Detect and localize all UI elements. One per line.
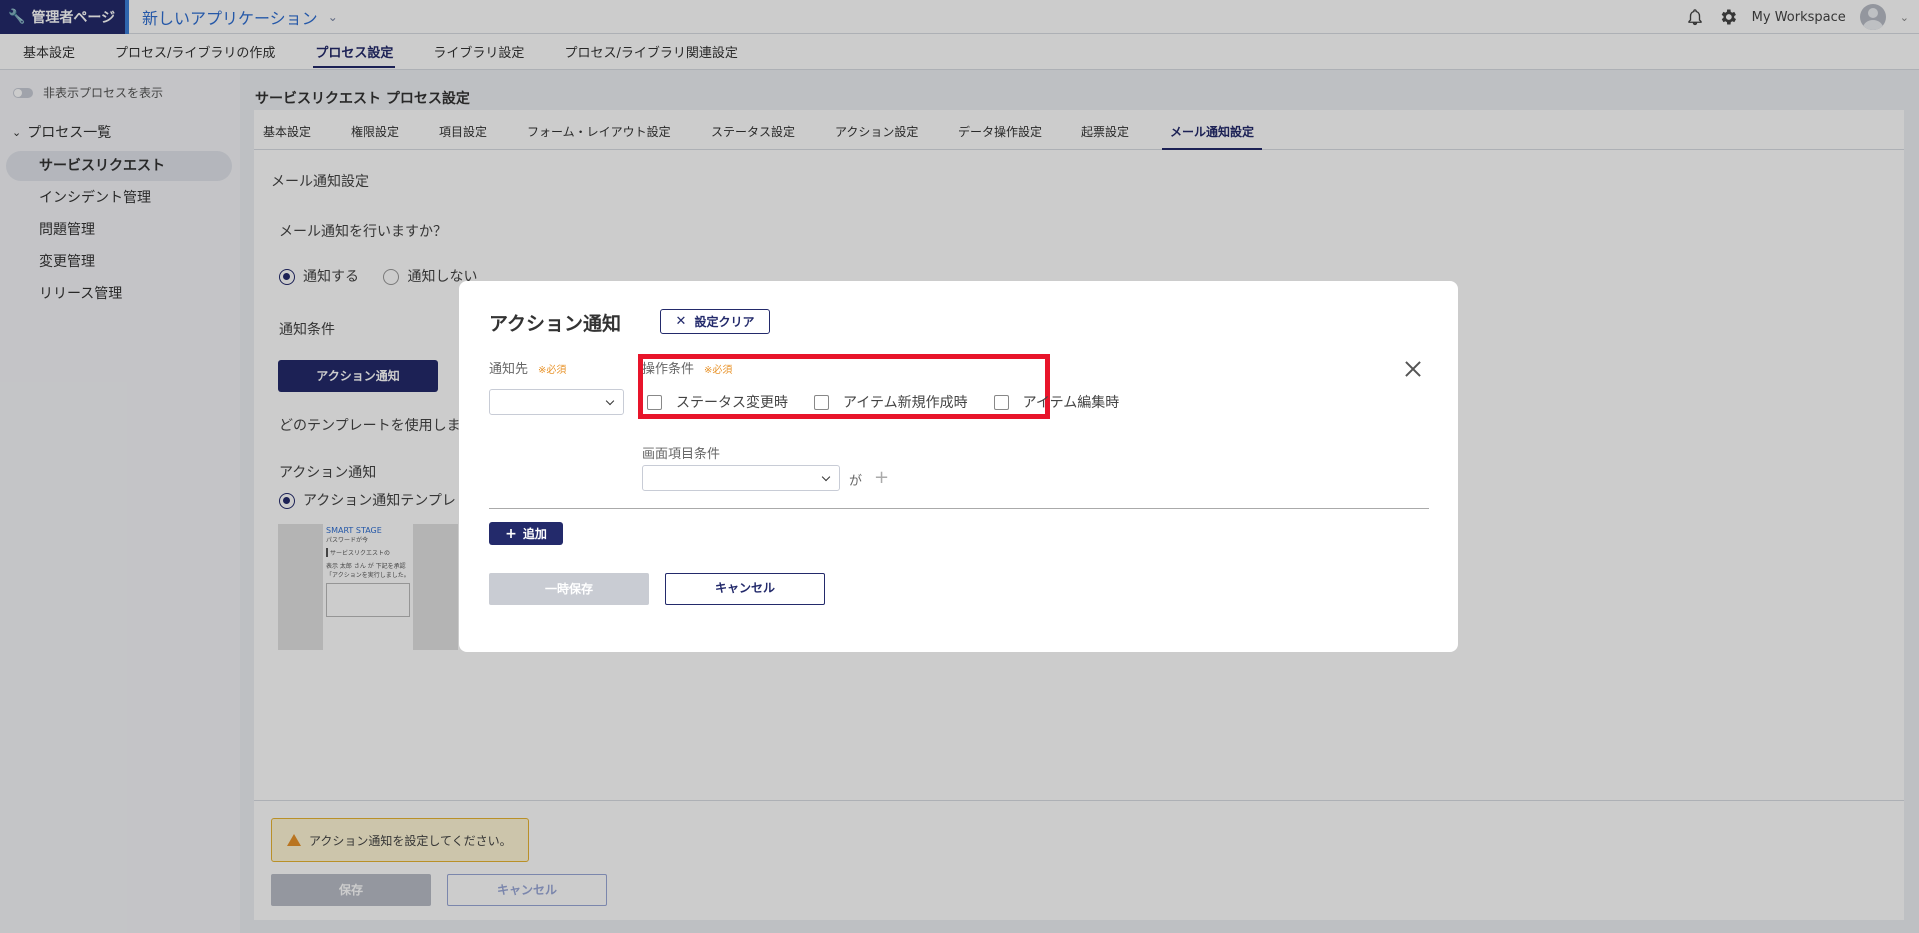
status-change-checkbox[interactable]	[647, 394, 662, 410]
add-button[interactable]: + 追加	[489, 522, 563, 545]
condition-ga-text: が	[849, 474, 863, 489]
recipient-label: 通知先 ※必須	[489, 358, 566, 377]
divider	[489, 508, 1429, 509]
new-item-checkbox[interactable]	[814, 394, 829, 410]
screen-condition-select[interactable]	[642, 465, 840, 491]
temp-save-button[interactable]: 一時保存	[489, 573, 649, 605]
operation-checkboxes: ステータス変更時 アイテム新規作成時 アイテム編集時	[647, 392, 1119, 412]
modal-cancel-button[interactable]: キャンセル	[665, 573, 825, 605]
status-change-label: ステータス変更時	[676, 395, 788, 411]
action-notification-modal: アクション通知 ✕ 設定クリア 通知先 ※必須 操作条件 ※必須 ステータス変更時 …	[459, 281, 1458, 652]
plus-icon[interactable]: +	[874, 467, 889, 488]
edit-item-checkbox[interactable]	[993, 394, 1009, 410]
recipient-label-text: 通知先	[489, 362, 529, 377]
chevron-down-icon	[821, 472, 831, 482]
clear-settings-button[interactable]: ✕ 設定クリア	[660, 309, 770, 334]
close-icon: ✕	[675, 314, 687, 329]
plus-icon: +	[505, 525, 517, 542]
screen-condition-label: 画面項目条件	[642, 447, 721, 462]
new-item-label: アイテム新規作成時	[843, 395, 968, 411]
required-badge: ※必須	[538, 365, 567, 376]
close-icon[interactable]	[1401, 357, 1425, 381]
recipient-select[interactable]	[489, 389, 624, 415]
add-button-label: 追加	[522, 527, 547, 541]
clear-settings-label: 設定クリア	[694, 315, 755, 329]
modal-title: アクション通知	[489, 313, 622, 335]
chevron-down-icon	[605, 396, 615, 406]
edit-item-label: アイテム編集時	[1022, 395, 1120, 411]
